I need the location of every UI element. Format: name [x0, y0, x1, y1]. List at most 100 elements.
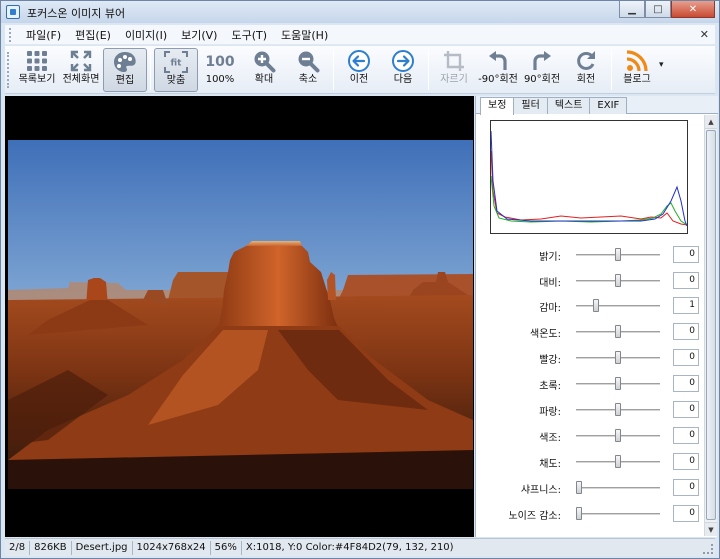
red-slider-thumb[interactable] — [615, 351, 621, 364]
brightness-row: 밝기: 0 — [476, 246, 704, 264]
noise-reduction-label: 노이즈 감소: — [508, 511, 561, 522]
fit-icon-text: fit — [171, 59, 183, 69]
maximize-button[interactable]: □ — [645, 1, 671, 18]
blue-label: 파랑: — [539, 407, 561, 418]
menubar-close-icon[interactable]: ✕ — [700, 28, 709, 41]
toolbar-separator — [611, 50, 612, 90]
fullscreen-icon — [67, 48, 95, 74]
toolbar-grip[interactable] — [7, 52, 11, 88]
red-value-field[interactable]: 0 — [673, 349, 699, 366]
actual-size-label: 100% — [205, 74, 235, 85]
close-button[interactable]: ✕ — [671, 1, 715, 18]
sharpness-slider-track[interactable] — [576, 487, 660, 489]
zoom-in-label: 확대 — [254, 74, 274, 85]
image-viewer[interactable] — [5, 96, 474, 537]
gamma-slider-thumb[interactable] — [593, 299, 600, 312]
status-filesize: 826KB — [30, 540, 72, 555]
crop-label: 자르기 — [440, 74, 468, 85]
green-label: 초록: — [539, 381, 561, 392]
app-icon — [6, 5, 20, 19]
rotate-icon — [572, 48, 600, 74]
toolbar-separator — [150, 50, 151, 90]
rotate-button[interactable]: 회전 — [564, 48, 608, 92]
adjustment-panel: 보정 필터 텍스트 EXIF 밝기: 0 대비: 0 감마: 1 색온도: 0 … — [475, 96, 718, 537]
edit-button[interactable]: 편집 — [103, 48, 147, 92]
menubar-grip[interactable] — [9, 27, 13, 42]
noise-reduction-value-field[interactable]: 0 — [673, 505, 699, 522]
menu-image[interactable]: 이미지(I) — [118, 27, 174, 43]
contrast-slider-thumb[interactable] — [615, 274, 621, 287]
panel-scrollbar[interactable]: ▲ ▼ — [704, 115, 717, 536]
color-temperature-slider-thumb[interactable] — [615, 325, 621, 338]
zoom-in-button[interactable]: 확대 — [242, 48, 286, 92]
color-temperature-value-field[interactable]: 0 — [673, 323, 699, 340]
green-row: 초록: 0 — [476, 375, 704, 393]
scroll-down-icon[interactable]: ▼ — [705, 522, 717, 536]
blog-button[interactable]: 블로그 — [615, 48, 659, 92]
noise-reduction-slider-thumb[interactable] — [576, 507, 582, 520]
resize-grip[interactable] — [703, 544, 713, 554]
arrow-left-circle-icon — [345, 48, 373, 74]
noise-reduction-slider-track[interactable] — [576, 513, 660, 515]
tab-text[interactable]: 텍스트 — [546, 97, 591, 114]
scrollbar-thumb[interactable] — [706, 130, 716, 520]
rotate-ccw-button[interactable]: -90°회전 — [476, 48, 520, 92]
green-value-field[interactable]: 0 — [673, 375, 699, 392]
next-button[interactable]: 다음 — [381, 48, 425, 92]
tab-exif[interactable]: EXIF — [589, 97, 628, 114]
fit-icon: fit — [162, 49, 190, 75]
rotate-cw-button[interactable]: 90°회전 — [520, 48, 564, 92]
minimize-button[interactable]: ▁ — [619, 1, 645, 18]
fullscreen-button[interactable]: 전체화면 — [59, 48, 103, 92]
sharpness-value-field[interactable]: 0 — [673, 479, 699, 496]
contrast-value-field[interactable]: 0 — [673, 272, 699, 289]
histogram — [490, 120, 688, 234]
brightness-slider-thumb[interactable] — [615, 248, 621, 261]
hue-slider-thumb[interactable] — [615, 429, 621, 442]
menu-help[interactable]: 도움말(H) — [274, 27, 335, 43]
menu-view[interactable]: 보기(V) — [174, 27, 224, 43]
gamma-slider-track[interactable] — [576, 305, 660, 307]
hue-label: 색조: — [539, 433, 561, 444]
brightness-value-field[interactable]: 0 — [673, 246, 699, 263]
blue-slider-thumb[interactable] — [615, 403, 621, 416]
tab-correction[interactable]: 보정 — [480, 97, 515, 115]
gamma-value-field[interactable]: 1 — [673, 297, 699, 314]
rss-icon — [623, 48, 651, 74]
actual-size-icon: 100 — [206, 48, 234, 74]
noise-reduction-row: 노이즈 감소: 0 — [476, 505, 704, 523]
zoom-out-button[interactable]: 축소 — [286, 48, 330, 92]
sharpness-label: 샤프니스: — [520, 485, 561, 496]
tab-filter[interactable]: 필터 — [513, 97, 548, 114]
sharpness-slider-thumb[interactable] — [576, 481, 582, 494]
saturation-slider-thumb[interactable] — [615, 455, 621, 468]
green-slider-thumb[interactable] — [615, 377, 621, 390]
previous-label: 이전 — [349, 74, 369, 85]
menu-tools[interactable]: 도구(T) — [224, 27, 274, 43]
hue-value-field[interactable]: 0 — [673, 427, 699, 444]
previous-button[interactable]: 이전 — [337, 48, 381, 92]
scroll-up-icon[interactable]: ▲ — [705, 115, 717, 129]
fit-label: 맞춤 — [166, 75, 186, 86]
toolbar-dropdown-icon[interactable]: ▾ — [659, 60, 671, 70]
fit-button[interactable]: fit 맞춤 — [154, 48, 198, 92]
status-filename: Desert.jpg — [72, 540, 133, 555]
title-bar[interactable]: 포커스온 이미지 뷰어 ▁ □ ✕ — [1, 1, 719, 23]
crop-icon — [440, 48, 468, 74]
window-title: 포커스온 이미지 뷰어 — [27, 7, 126, 20]
crop-button[interactable]: 자르기 — [432, 48, 476, 92]
saturation-value-field[interactable]: 0 — [673, 453, 699, 470]
menu-edit[interactable]: 편집(E) — [68, 27, 118, 43]
menu-file[interactable]: 파일(F) — [19, 27, 68, 43]
toolbar-separator — [428, 50, 429, 90]
palette-icon — [111, 49, 139, 75]
thumbnails-button[interactable]: 목록보기 — [15, 48, 59, 92]
status-index: 2/8 — [5, 540, 31, 555]
blue-row: 파랑: 0 — [476, 401, 704, 419]
blue-value-field[interactable]: 0 — [673, 401, 699, 418]
thumbnails-label: 목록보기 — [18, 74, 56, 85]
color-temperature-label: 색온도: — [530, 329, 561, 340]
panel-tabs: 보정 필터 텍스트 EXIF — [476, 96, 718, 115]
actual-size-button[interactable]: 100 100% — [198, 48, 242, 92]
desert-photo — [8, 140, 473, 489]
